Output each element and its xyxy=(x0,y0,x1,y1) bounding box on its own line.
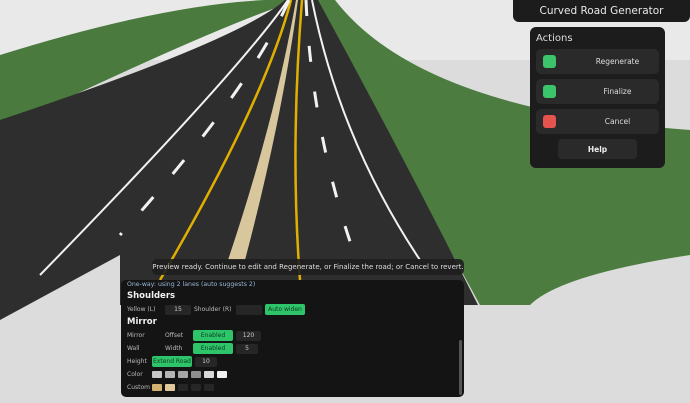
custom-swatch[interactable] xyxy=(165,384,175,391)
custom-swatch[interactable] xyxy=(191,384,201,391)
custom-swatch[interactable] xyxy=(204,384,214,391)
offset-label: Offset xyxy=(165,332,184,339)
lanes-note: One-way: using 2 lanes (auto suggests 2) xyxy=(127,281,256,288)
mirror-heading: Mirror xyxy=(127,317,157,327)
regenerate-button[interactable]: Regenerate xyxy=(536,49,659,74)
regenerate-label: Regenerate xyxy=(595,57,640,66)
width-toggle[interactable]: Enabled xyxy=(193,343,233,354)
settings-panel: One-way: using 2 lanes (auto suggests 2)… xyxy=(121,280,464,397)
width-label: Width xyxy=(165,345,183,352)
status-swatch-icon xyxy=(543,115,556,128)
extend-road-button[interactable]: Extend Road xyxy=(152,356,192,367)
finalize-label: Finalize xyxy=(603,87,632,96)
status-swatch-icon xyxy=(543,85,556,98)
color-swatch[interactable] xyxy=(178,371,188,378)
finalize-button[interactable]: Finalize xyxy=(536,79,659,104)
panel-scrollbar[interactable] xyxy=(459,340,462,395)
color-swatch[interactable] xyxy=(217,371,227,378)
custom-label: Custom xyxy=(127,384,150,391)
shoulder-input[interactable] xyxy=(236,304,262,315)
status-toast: Preview ready. Continue to edit and Rege… xyxy=(152,259,464,275)
window-title: Curved Road Generator xyxy=(513,0,690,22)
cancel-button[interactable]: Cancel xyxy=(536,109,659,134)
custom-swatch[interactable] xyxy=(178,384,188,391)
color-swatch[interactable] xyxy=(204,371,214,378)
yellow-label: Yellow (L) xyxy=(127,306,156,313)
actions-panel: Actions Regenerate Finalize Cancel Help xyxy=(530,27,665,168)
color-swatch[interactable] xyxy=(165,371,175,378)
status-swatch-icon xyxy=(543,55,556,68)
color-swatch[interactable] xyxy=(152,371,162,378)
custom-swatch[interactable] xyxy=(152,384,162,391)
auto-widen-button[interactable]: Auto widen xyxy=(265,304,305,315)
actions-heading: Actions xyxy=(536,33,573,44)
width-input[interactable]: 5 xyxy=(236,343,258,354)
help-button[interactable]: Help xyxy=(558,139,637,159)
mirror-label: Mirror xyxy=(127,332,145,339)
wall-label: Wall xyxy=(127,345,140,352)
offset-input[interactable]: 120 xyxy=(236,330,261,341)
height-label: Height xyxy=(127,358,147,365)
cancel-label: Cancel xyxy=(604,117,631,126)
color-label: Color xyxy=(127,371,143,378)
shoulder-label: Shoulder (R) xyxy=(194,306,232,313)
height-input[interactable]: 10 xyxy=(195,356,217,367)
offset-toggle[interactable]: Enabled xyxy=(193,330,233,341)
yellow-input[interactable]: 15 xyxy=(165,304,191,315)
shoulders-heading: Shoulders xyxy=(127,291,176,301)
color-swatch[interactable] xyxy=(191,371,201,378)
